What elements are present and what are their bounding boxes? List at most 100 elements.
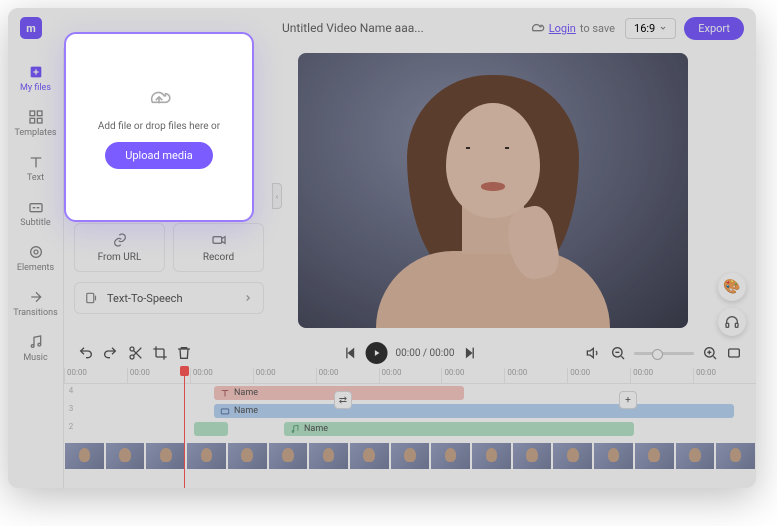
sidebar-item-label: Subtitle: [20, 218, 50, 228]
from-url-card[interactable]: From URL: [74, 223, 165, 272]
crop-button[interactable]: [152, 345, 168, 361]
clip-group: [128, 345, 192, 361]
sidebar-item-templates[interactable]: Templates: [8, 101, 64, 146]
track-subtitle[interactable]: 3 Name: [64, 404, 756, 420]
preview-image: [298, 53, 688, 328]
float-palette-button[interactable]: 🎨: [718, 273, 746, 301]
ruler-tick: 00:00: [190, 368, 253, 383]
ruler-tick: 00:00: [567, 368, 630, 383]
video-thumb[interactable]: [227, 442, 268, 470]
sidebar-item-label: Text: [27, 173, 44, 183]
control-bar: 00:00 / 00:00: [64, 338, 756, 368]
project-title[interactable]: Untitled Video Name aaa...: [282, 21, 424, 35]
track-index: 3: [64, 404, 78, 413]
split-button[interactable]: [128, 345, 144, 361]
logo-letter: m: [26, 22, 36, 35]
clip-label: Name: [304, 424, 328, 434]
sidebar-item-music[interactable]: Music: [8, 326, 64, 371]
login-suffix: to save: [580, 22, 615, 35]
audio-clip[interactable]: Name: [284, 422, 634, 436]
add-file-icon: [28, 64, 44, 80]
video-track[interactable]: ⇄ +: [64, 442, 756, 470]
ruler-tick: 00:00: [64, 368, 127, 383]
playback-controls: 00:00 / 00:00: [342, 342, 479, 364]
video-thumb[interactable]: [390, 442, 431, 470]
video-thumb[interactable]: [512, 442, 553, 470]
drop-text: Add file or drop files here or: [98, 121, 220, 132]
aspect-ratio-select[interactable]: 16:9: [625, 18, 676, 39]
sidebar-item-subtitle[interactable]: Subtitle: [8, 191, 64, 236]
video-thumb[interactable]: [552, 442, 593, 470]
import-row: From URL Record: [64, 223, 274, 272]
export-button[interactable]: Export: [684, 17, 744, 40]
collapse-panel-button[interactable]: ‹: [272, 183, 282, 209]
video-thumb[interactable]: [186, 442, 227, 470]
sidebar: My files Templates Text Subtitle Element…: [8, 48, 64, 488]
zoom-slider[interactable]: [634, 352, 694, 355]
add-transition-button[interactable]: +: [619, 391, 637, 409]
aspect-ratio-value: 16:9: [634, 22, 655, 35]
video-thumb[interactable]: [675, 442, 716, 470]
track-text[interactable]: 4 Name: [64, 386, 756, 402]
play-button[interactable]: [366, 342, 388, 364]
video-thumb[interactable]: [593, 442, 634, 470]
video-thumb[interactable]: [308, 442, 349, 470]
skip-back-button[interactable]: [342, 345, 358, 361]
text-icon: [220, 388, 230, 398]
tracks: 4 Name 3 Name 2 Name: [64, 386, 756, 470]
subtitle-icon: [220, 406, 230, 416]
undo-button[interactable]: [78, 345, 94, 361]
chevron-right-icon: [243, 293, 253, 303]
zoom-in-button[interactable]: [702, 345, 718, 361]
sidebar-item-elements[interactable]: Elements: [8, 236, 64, 281]
app-logo[interactable]: m: [20, 17, 42, 39]
video-thumb[interactable]: [349, 442, 390, 470]
float-support-button[interactable]: [718, 308, 746, 336]
upload-highlight-box[interactable]: Add file or drop files here or Upload me…: [64, 32, 254, 222]
video-thumb[interactable]: [105, 442, 146, 470]
fit-button[interactable]: [726, 345, 742, 361]
subtitle-icon: [28, 199, 44, 215]
video-thumb[interactable]: [471, 442, 512, 470]
video-thumb[interactable]: [634, 442, 675, 470]
video-thumb[interactable]: [430, 442, 471, 470]
video-thumb[interactable]: [64, 442, 105, 470]
playhead[interactable]: [184, 368, 185, 488]
tts-button[interactable]: Text-To-Speech: [74, 282, 264, 314]
record-card[interactable]: Record: [173, 223, 264, 272]
sidebar-item-label: Music: [23, 353, 47, 363]
clip-label: Name: [234, 388, 258, 398]
volume-button[interactable]: [586, 345, 602, 361]
upload-media-button[interactable]: Upload media: [105, 142, 213, 169]
audio-clip-short[interactable]: [194, 422, 228, 436]
delete-button[interactable]: [176, 345, 192, 361]
record-label: Record: [203, 252, 234, 263]
ruler-tick: 00:00: [441, 368, 504, 383]
video-thumb[interactable]: [268, 442, 309, 470]
ruler-tick: 00:00: [316, 368, 379, 383]
video-preview[interactable]: [298, 53, 688, 328]
ruler-tick: 00:00: [630, 368, 693, 383]
sidebar-item-myfiles[interactable]: My files: [8, 56, 64, 101]
time-ruler[interactable]: 00:00 00:00 00:00 00:00 00:00 00:00 00:0…: [64, 368, 756, 384]
video-thumb[interactable]: [715, 442, 756, 470]
transition-marker[interactable]: ⇄: [334, 391, 352, 409]
view-controls: [586, 345, 742, 361]
clip-label: Name: [234, 406, 258, 416]
sidebar-item-text[interactable]: Text: [8, 146, 64, 191]
skip-forward-button[interactable]: [462, 345, 478, 361]
video-thumb[interactable]: [145, 442, 186, 470]
subtitle-clip[interactable]: Name: [214, 404, 734, 418]
sidebar-item-transitions[interactable]: Transitions: [8, 281, 64, 326]
camera-icon: [211, 232, 227, 248]
track-audio[interactable]: 2 Name: [64, 422, 756, 438]
zoom-out-button[interactable]: [610, 345, 626, 361]
login-link[interactable]: Login: [549, 22, 576, 35]
cloud-upload-icon: [146, 85, 172, 111]
play-icon: [372, 348, 382, 358]
sidebar-item-label: My files: [20, 83, 51, 93]
timeline[interactable]: 00:00 00:00 00:00 00:00 00:00 00:00 00:0…: [64, 368, 756, 488]
cloud-save-icon: [529, 20, 545, 36]
redo-button[interactable]: [102, 345, 118, 361]
ruler-tick: 00:00: [379, 368, 442, 383]
